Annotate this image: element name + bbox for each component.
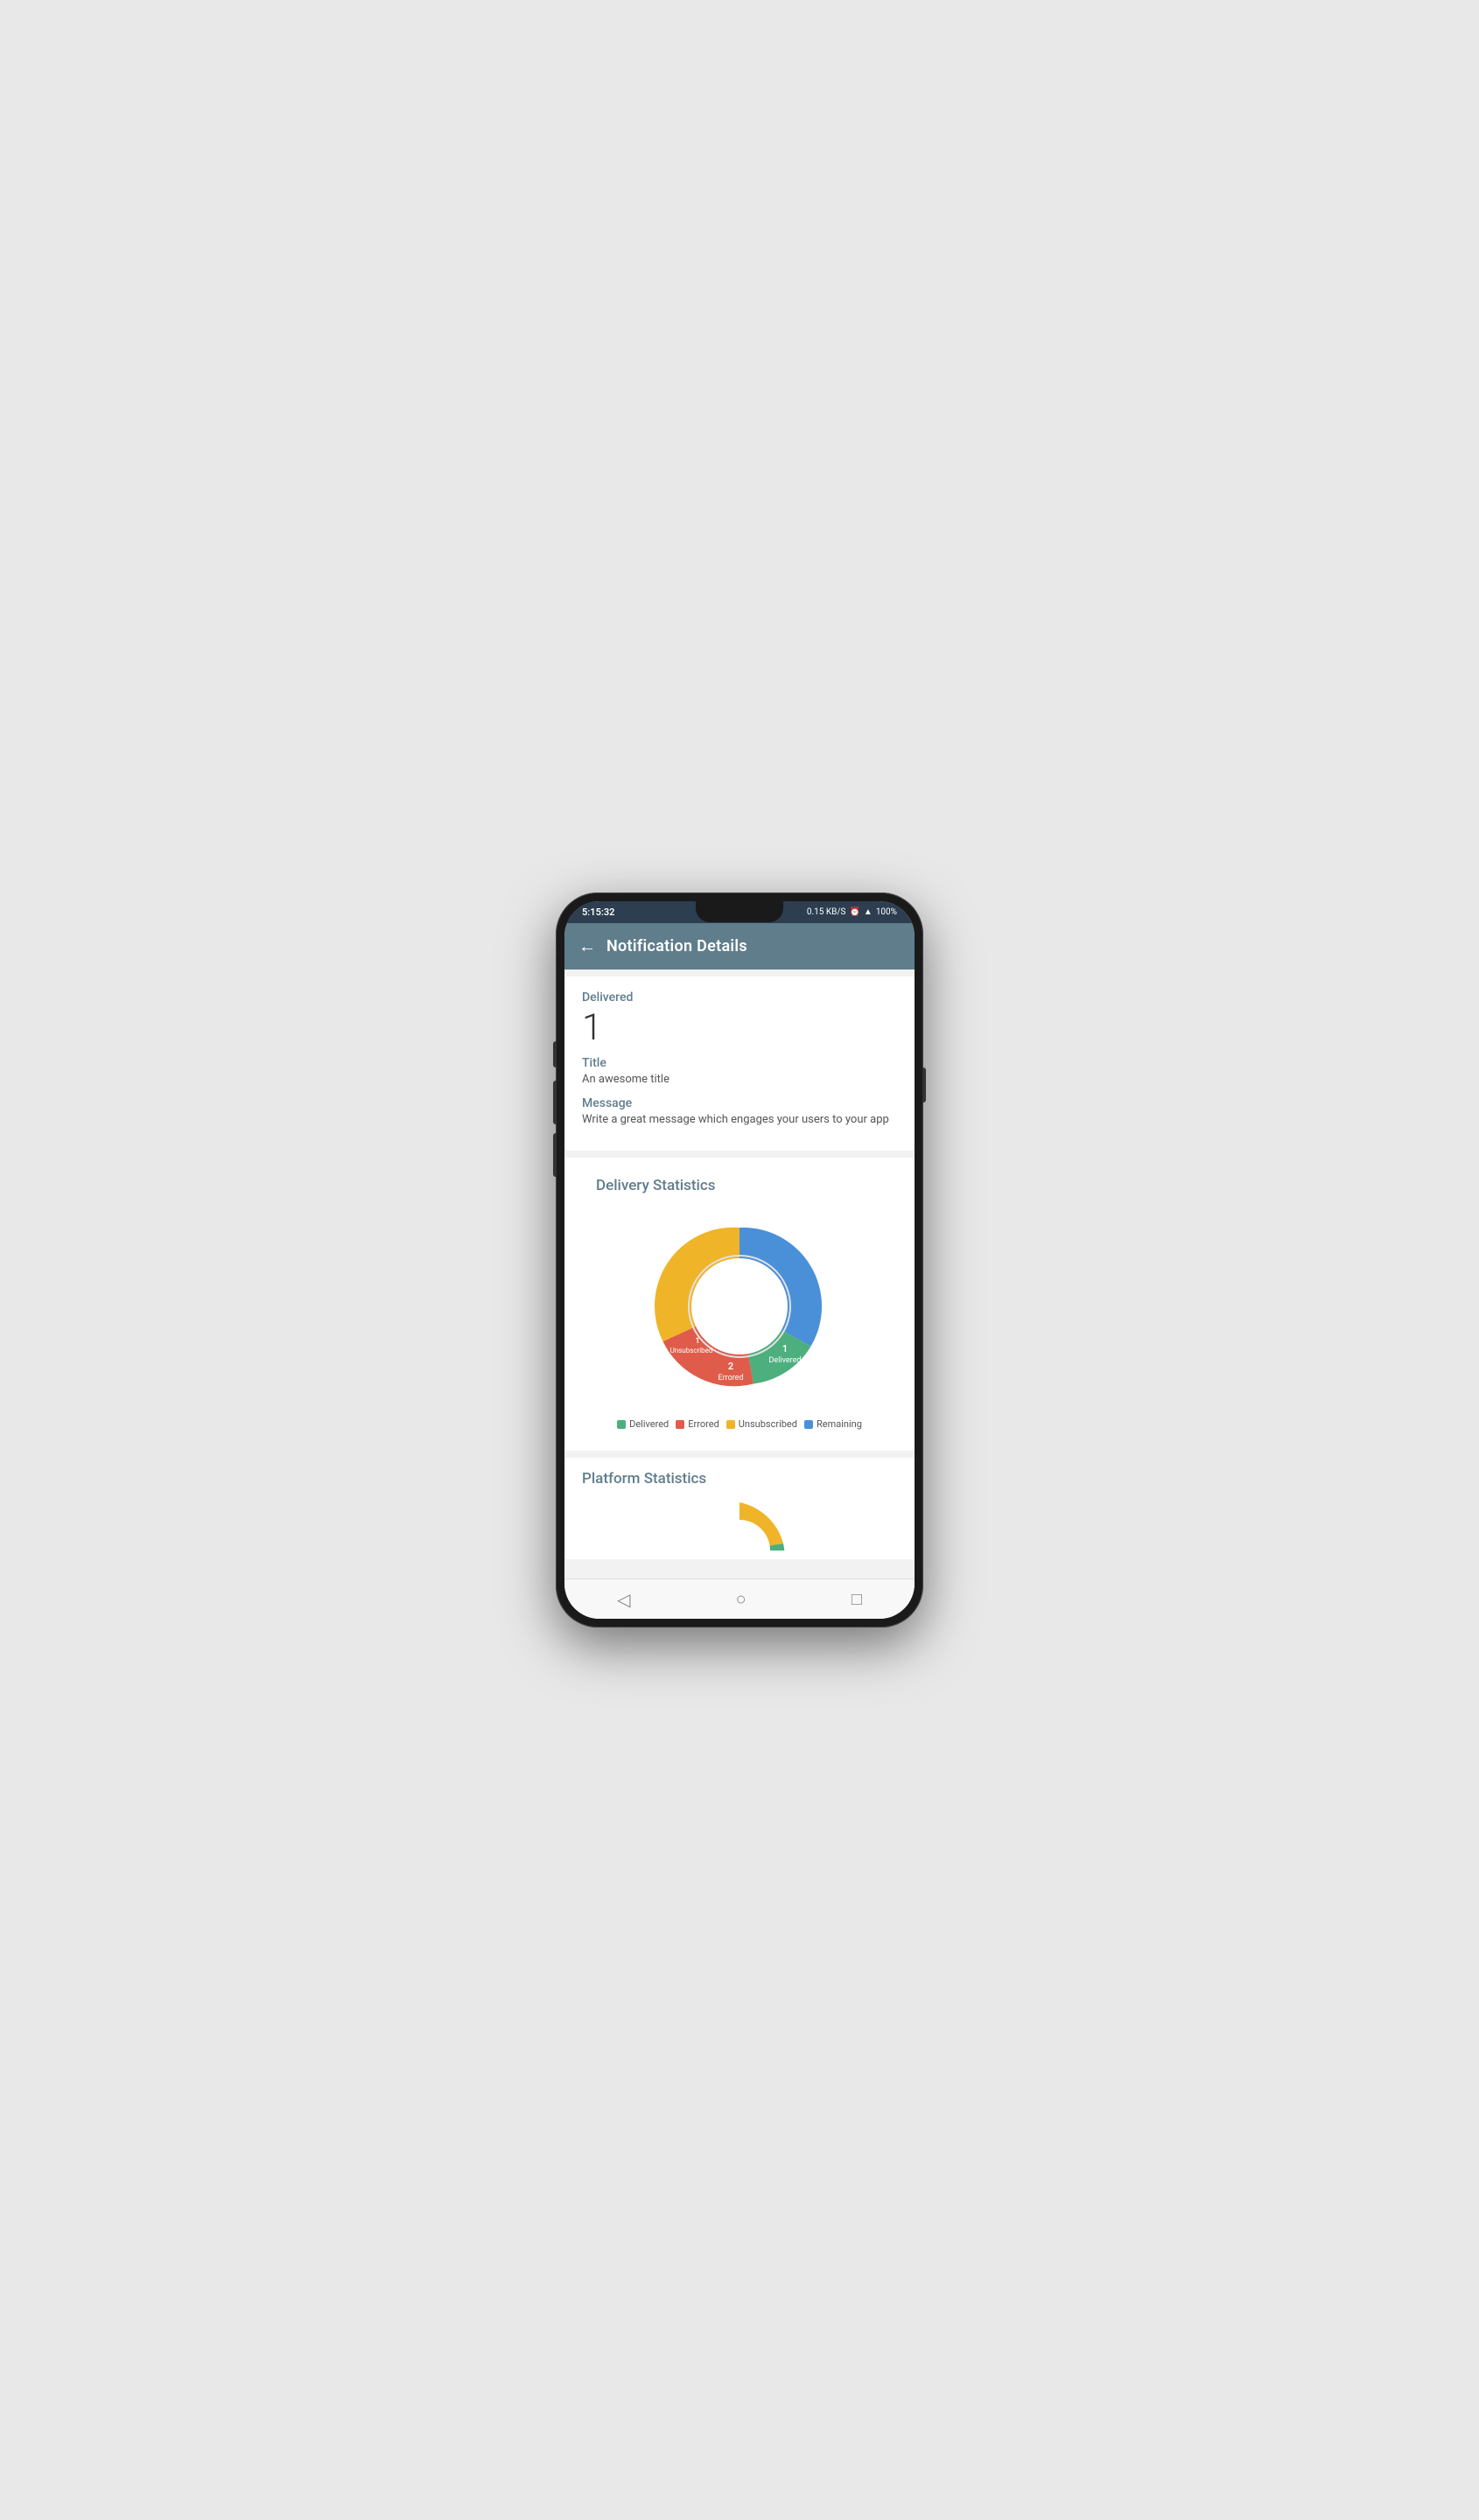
status-right: 0.15 KB/S ⏰ ▲ 100% <box>807 907 897 917</box>
delivery-stats-card: Delivery Statistics <box>564 1158 915 1451</box>
legend-label-unsubscribed: Unsubscribed <box>739 1418 797 1430</box>
scroll-content: Delivered 1 Title An awesome title Messa… <box>564 970 915 1578</box>
legend-remaining: Remaining <box>804 1418 862 1430</box>
delivered-label: Delivered <box>582 990 897 1004</box>
message-value: Write a great message which engages your… <box>582 1112 897 1128</box>
delivered-block: Delivered 1 <box>582 990 897 1049</box>
chart-legend: Delivered Errored Unsubscribed Remaining <box>578 1411 901 1437</box>
legend-dot-errored <box>676 1420 684 1429</box>
delivery-stats-header: Delivery Statistics <box>578 1166 901 1201</box>
legend-delivered: Delivered <box>617 1418 669 1430</box>
app-bar-title: Notification Details <box>606 937 747 956</box>
volume-up-button <box>553 1041 557 1068</box>
label-delivered-text: Delivered <box>769 1356 802 1365</box>
legend-label-delivered: Delivered <box>629 1418 669 1430</box>
status-time: 5:15:32 <box>582 906 614 918</box>
title-block: Title An awesome title <box>582 1056 897 1088</box>
back-button[interactable]: ← <box>578 935 596 957</box>
label-errored-value: 2 <box>728 1361 733 1372</box>
title-value: An awesome title <box>582 1072 897 1088</box>
title-label: Title <box>582 1056 897 1070</box>
data-speed: 0.15 KB/S <box>807 907 846 917</box>
legend-errored: Errored <box>676 1418 719 1430</box>
platform-stats-header: Platform Statistics <box>582 1466 897 1494</box>
legend-dot-remaining <box>804 1420 813 1429</box>
legend-unsubscribed: Unsubscribed <box>726 1418 797 1430</box>
donut-chart: 3 Remaining 1 Delivered 2 Errored 1 Unsu… <box>643 1210 836 1403</box>
label-delivered-value: 1 <box>782 1343 788 1354</box>
platform-chart-preview <box>582 1494 897 1554</box>
battery-value: 100% <box>876 907 897 917</box>
legend-dot-unsubscribed <box>726 1420 735 1429</box>
alarm-icon: ⏰ <box>849 907 859 917</box>
label-remaining-text: Remaining <box>744 1278 781 1287</box>
donut-chart-container: 3 Remaining 1 Delivered 2 Errored 1 Unsu… <box>578 1201 901 1411</box>
notch <box>696 901 783 922</box>
platform-chart-svg <box>678 1498 801 1550</box>
nav-back-button[interactable]: ◁ <box>617 1589 630 1610</box>
nav-home-button[interactable]: ○ <box>736 1588 747 1610</box>
legend-dot-delivered <box>617 1420 626 1429</box>
phone-screen: 5:15:32 0.15 KB/S ⏰ ▲ 100% ← Notificatio… <box>564 901 915 1619</box>
label-errored-text: Errored <box>718 1374 743 1382</box>
phone-device: 5:15:32 0.15 KB/S ⏰ ▲ 100% ← Notificatio… <box>556 892 923 1628</box>
platform-stats-card: Platform Statistics <box>564 1458 915 1559</box>
message-block: Message Write a great message which enga… <box>582 1096 897 1128</box>
bottom-nav: ◁ ○ □ <box>564 1578 915 1619</box>
signal-icon: ▲ <box>864 907 873 917</box>
volume-down-button <box>553 1081 557 1124</box>
donut-hole <box>691 1258 788 1354</box>
power-button <box>922 1068 926 1102</box>
camera-button <box>553 1133 557 1177</box>
legend-label-errored: Errored <box>688 1418 719 1430</box>
label-unsubscribed-value: 1 <box>695 1337 699 1346</box>
notification-info-card: Delivered 1 Title An awesome title Messa… <box>564 976 915 1151</box>
nav-recent-button[interactable]: □ <box>852 1588 862 1610</box>
delivered-value: 1 <box>582 1006 897 1049</box>
app-bar: ← Notification Details <box>564 923 915 970</box>
label-unsubscribed-text: Unsubscribed <box>670 1347 713 1354</box>
message-label: Message <box>582 1096 897 1110</box>
legend-label-remaining: Remaining <box>817 1418 862 1430</box>
label-remaining-value: 3 <box>760 1264 765 1276</box>
